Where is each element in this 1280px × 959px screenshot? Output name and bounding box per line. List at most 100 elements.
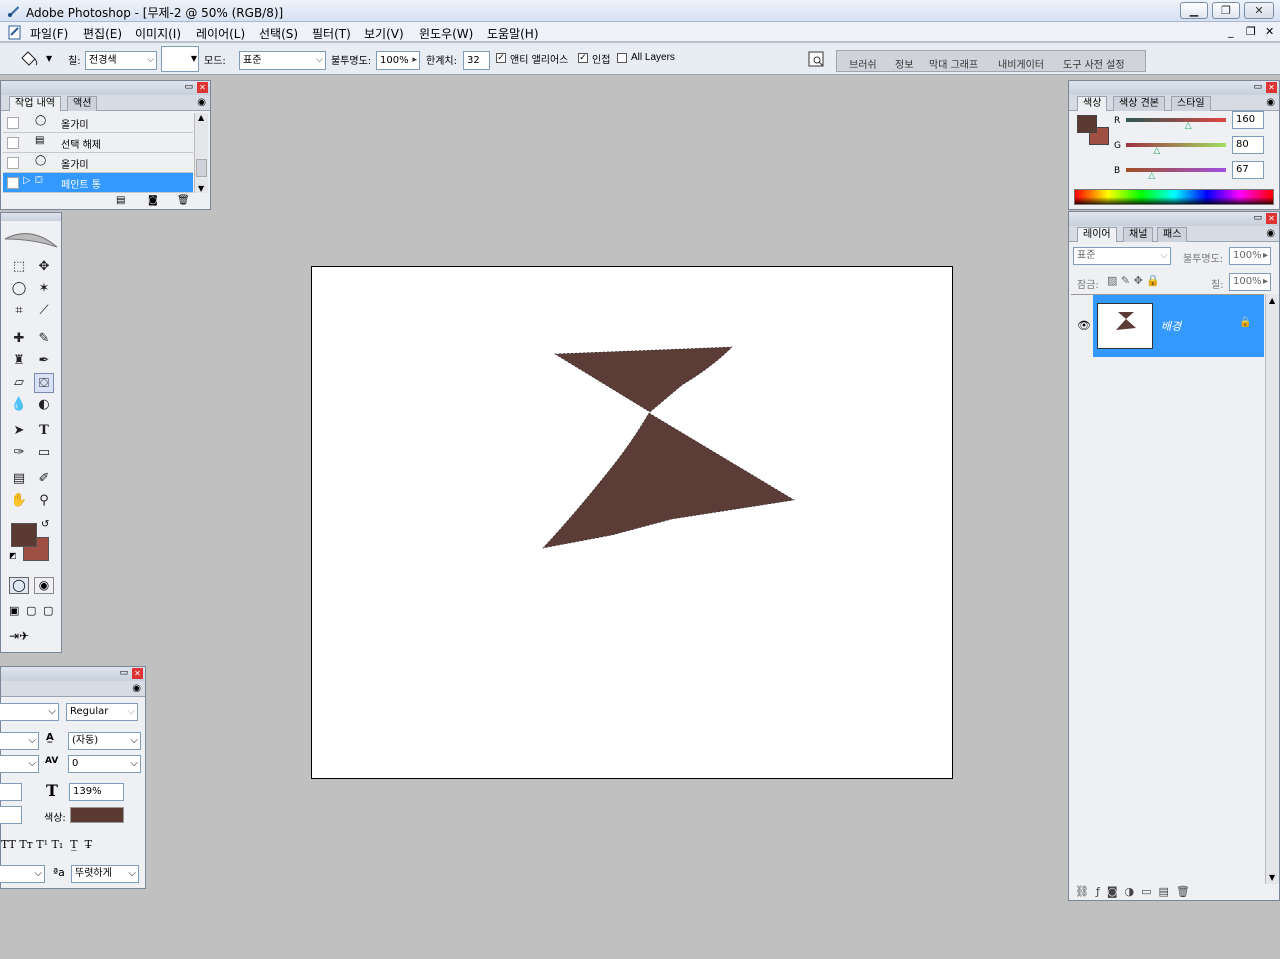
eye-visibility-icon[interactable]: 👁 <box>1077 319 1091 332</box>
trash-icon[interactable]: 🗑 <box>177 195 190 206</box>
text-style-buttons[interactable]: TT Tт T¹ T₁ T̲ T̶ <box>1 838 92 851</box>
kerning-select[interactable]: 0 ⌵ <box>68 755 141 773</box>
well-tab-brushes[interactable]: 브러쉬 <box>849 56 877 71</box>
value-g-field[interactable]: 80 <box>1232 136 1264 154</box>
document-canvas[interactable] <box>311 266 953 779</box>
mode-select[interactable]: 표준 ⌵ <box>239 51 326 70</box>
font-family-select[interactable]: ⌵ <box>0 703 59 721</box>
screen-mode-menu-icon[interactable]: ▢ <box>26 604 36 617</box>
screen-mode-standard-icon[interactable]: ▣ <box>9 604 19 617</box>
notes-tool-icon[interactable]: ▤ <box>9 469 29 489</box>
tab-color[interactable]: 색상 <box>1077 96 1108 111</box>
standard-mode-icon[interactable]: ◯ <box>9 577 29 594</box>
zoom-tool-icon[interactable]: ⚲ <box>34 491 54 511</box>
panel-close-button[interactable]: ✕ <box>197 82 208 93</box>
horizontal-scale-field[interactable]: 139% <box>69 783 124 801</box>
leading-select[interactable]: (자동) ⌵ <box>68 732 141 750</box>
history-brush-tool-icon[interactable]: ✒ <box>34 351 54 371</box>
feather-logo-icon[interactable] <box>3 225 59 253</box>
well-tab-tool-presets[interactable]: 도구 사전 설정 <box>1063 56 1125 71</box>
screen-mode-full-icon[interactable]: ▢ <box>43 604 53 617</box>
tolerance-field[interactable]: 32 <box>463 51 490 70</box>
value-b-field[interactable]: 67 <box>1232 161 1264 179</box>
panel-close-button[interactable]: ✕ <box>132 668 143 679</box>
font-size-select[interactable]: ⌵ <box>0 732 39 750</box>
color-spectrum-bar[interactable] <box>1074 189 1274 205</box>
move-tool-icon[interactable]: ✥ <box>34 257 54 277</box>
layer-opacity-field[interactable]: 100% ▸ <box>1229 247 1271 265</box>
well-tab-info[interactable]: 정보 <box>895 56 913 71</box>
paint-bucket-tool-icon[interactable]: ⛋ <box>34 373 54 393</box>
tracking-select[interactable]: ⌵ <box>0 755 39 773</box>
contiguous-checkbox[interactable]: ✓ <box>578 53 588 63</box>
menu-view[interactable]: 보기(V) <box>364 25 404 42</box>
doc-minimize-button[interactable]: _ <box>1228 25 1234 38</box>
default-colors-icon[interactable]: ◩ <box>9 551 17 560</box>
tab-channels[interactable]: 채널 <box>1123 227 1154 242</box>
brush-tool-icon[interactable]: ✎ <box>34 329 54 349</box>
file-browser-icon[interactable] <box>806 49 828 69</box>
snapshot-icon[interactable]: ◙ <box>148 195 158 206</box>
healing-brush-tool-icon[interactable]: ✚ <box>9 329 29 349</box>
font-style-select[interactable]: Regular ⌵ <box>66 703 138 721</box>
menu-help[interactable]: 도움말(H) <box>487 25 539 42</box>
foreground-color-swatch[interactable] <box>11 523 37 547</box>
menu-edit[interactable]: 편집(E) <box>83 25 122 42</box>
color-foreground-swatch[interactable] <box>1077 115 1097 133</box>
value-r-field[interactable]: 160 <box>1232 111 1264 129</box>
layer-name[interactable]: 배경 <box>1161 318 1181 334</box>
layer-fill-field[interactable]: 100% ▸ <box>1229 273 1271 291</box>
history-item[interactable]: ◯ 올가미 <box>3 113 193 133</box>
panel-close-button[interactable]: ✕ <box>1266 82 1277 93</box>
document-icon[interactable] <box>6 23 24 41</box>
tab-layers[interactable]: 레이어 <box>1077 227 1117 242</box>
panel-minimize-button[interactable]: ▭ <box>1253 82 1262 92</box>
all-layers-checkbox[interactable] <box>617 53 627 63</box>
menu-layer[interactable]: 레이어(L) <box>196 25 245 42</box>
close-button[interactable]: ✕ <box>1244 2 1274 19</box>
eraser-tool-icon[interactable]: ▱ <box>9 373 29 393</box>
maximize-button[interactable]: ❐ <box>1212 2 1240 19</box>
tab-styles[interactable]: 스타일 <box>1171 96 1211 111</box>
layer-row[interactable]: 👁 배경 🔒 <box>1071 295 1264 357</box>
panel-menu-icon[interactable]: ◉ <box>1266 97 1275 108</box>
layers-footer-icons[interactable]: ⛓ ƒ ◙ ◑ ▭ ▤ 🗑 <box>1075 885 1190 898</box>
baseline-shift-field[interactable] <box>0 806 22 824</box>
menu-select[interactable]: 선택(S) <box>259 25 298 42</box>
slider-g-thumb[interactable]: △ <box>1153 146 1160 156</box>
panel-menu-icon[interactable]: ◉ <box>1266 228 1275 239</box>
tab-actions[interactable]: 액션 <box>67 96 98 111</box>
layers-scrollbar[interactable]: ▲ ▼ <box>1265 294 1279 884</box>
panel-minimize-button[interactable]: ▭ <box>184 82 193 92</box>
rectangle-tool-icon[interactable]: ▭ <box>34 443 54 463</box>
lock-options-icons[interactable]: ▨ ✎ ✥ 🔒 <box>1107 274 1160 287</box>
clone-stamp-tool-icon[interactable]: ♜ <box>9 351 29 371</box>
marquee-tool-icon[interactable]: ⬚ <box>9 257 29 277</box>
well-tab-histogram[interactable]: 막대 그래프 <box>929 56 978 71</box>
history-item[interactable]: ▤ 선택 해제 <box>3 133 193 153</box>
menu-filter[interactable]: 필터(T) <box>312 25 351 42</box>
jump-to-imageready-icon[interactable]: ⇥✈ <box>9 629 29 643</box>
minimize-button[interactable]: ▁ <box>1180 2 1208 19</box>
slice-tool-icon[interactable]: ⟋ <box>34 301 54 321</box>
tool-preset-arrow-icon[interactable]: ▼ <box>46 54 52 63</box>
magic-wand-tool-icon[interactable]: ✶ <box>34 279 54 299</box>
paint-bucket-tool-icon[interactable] <box>18 49 40 69</box>
panel-minimize-button[interactable]: ▭ <box>1253 213 1262 223</box>
slider-r-thumb[interactable]: △ <box>1185 121 1192 131</box>
panel-menu-icon[interactable]: ◉ <box>132 683 141 694</box>
pen-tool-icon[interactable]: ✑ <box>9 443 29 463</box>
slider-g[interactable] <box>1126 143 1226 147</box>
fill-select[interactable]: 전경색 ⌵ <box>85 51 157 70</box>
swap-colors-icon[interactable]: ↺ <box>41 519 49 530</box>
tab-swatches[interactable]: 색상 견본 <box>1113 96 1165 111</box>
opacity-field[interactable]: 100% ▸ <box>376 51 420 70</box>
history-scrollbar[interactable]: ▲ ▼ <box>194 113 208 193</box>
vertical-scale-field[interactable] <box>0 783 22 801</box>
history-item-selected[interactable]: ▷ ⛋ 페인트 통 <box>3 173 193 193</box>
new-document-icon[interactable]: ▤ <box>116 195 125 206</box>
blend-mode-select[interactable]: 표준 ⌵ <box>1073 247 1171 265</box>
doc-close-button[interactable]: ✕ <box>1265 25 1274 38</box>
tab-history[interactable]: 작업 내역 <box>9 96 61 111</box>
panel-close-button[interactable]: ✕ <box>1266 213 1277 224</box>
